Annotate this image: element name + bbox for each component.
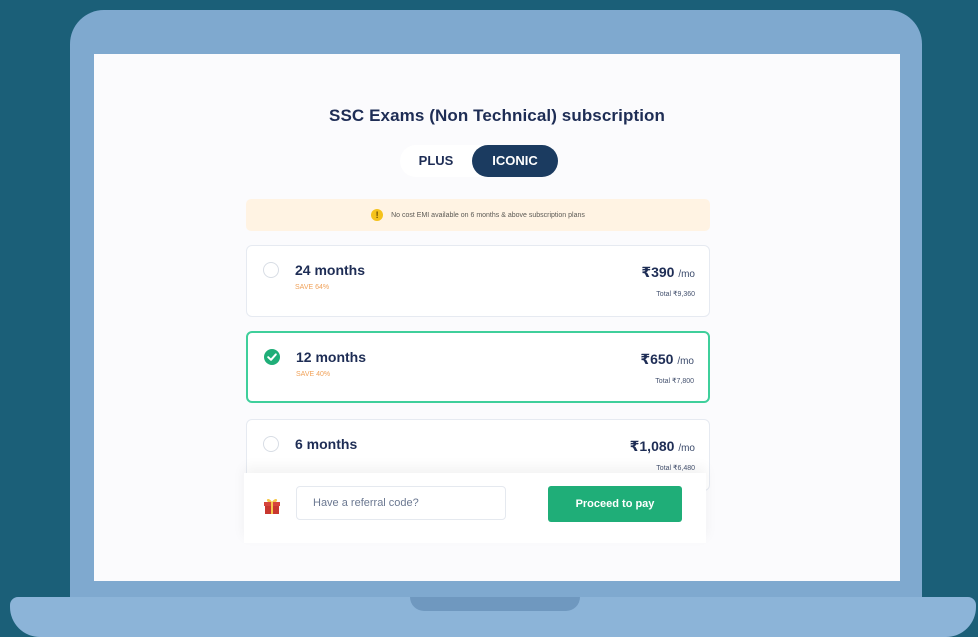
gift-icon: [264, 498, 280, 514]
toggle-plus[interactable]: PLUS: [406, 145, 466, 177]
checkout-footer: Proceed to pay: [244, 473, 706, 543]
price-unit: /mo: [678, 443, 695, 454]
price-unit: /mo: [678, 269, 695, 280]
emi-notice-text: No cost EMI available on 6 months & abov…: [391, 211, 585, 219]
price-value: ₹1,080: [629, 438, 675, 454]
info-icon: !: [371, 209, 384, 221]
page-title: SSC Exams (Non Technical) subscription: [329, 106, 665, 125]
plan-name: 12 months: [296, 349, 367, 365]
plan-name: 6 months: [295, 436, 358, 452]
plan-savings: SAVE 40%: [296, 371, 331, 378]
emi-notice-banner: ! No cost EMI available on 6 months & ab…: [246, 199, 710, 231]
plan-type-toggle: PLUS ICONIC: [400, 145, 558, 177]
laptop-screen: SSC Exams (Non Technical) subscription P…: [94, 54, 900, 581]
price-value: ₹650: [640, 351, 674, 367]
plan-price: ₹650 /mo: [640, 351, 694, 368]
proceed-to-pay-button[interactable]: Proceed to pay: [548, 486, 682, 522]
plan-price: ₹1,080 /mo: [630, 438, 695, 455]
checkmark-icon: [267, 353, 277, 361]
plan-card-12-months[interactable]: 12 months SAVE 40% ₹650 /mo Total ₹7,800: [246, 331, 710, 403]
price-value: ₹390: [641, 264, 675, 280]
plan-price: ₹390 /mo: [641, 264, 695, 281]
plan-total: Total ₹6,480: [656, 465, 695, 472]
referral-code-input[interactable]: [296, 486, 506, 520]
check-circle-icon[interactable]: [264, 349, 280, 365]
radio-unchecked-icon[interactable]: [263, 436, 279, 452]
plan-savings: SAVE 64%: [295, 284, 330, 291]
price-unit: /mo: [677, 356, 694, 367]
plan-total: Total ₹7,800: [655, 378, 694, 385]
toggle-iconic[interactable]: ICONIC: [472, 145, 558, 177]
plan-name: 24 months: [295, 262, 366, 278]
plan-card-24-months[interactable]: 24 months SAVE 64% ₹390 /mo Total ₹9,360: [246, 245, 710, 317]
radio-unchecked-icon[interactable]: [263, 262, 279, 278]
laptop-hinge: [410, 597, 580, 611]
plan-total: Total ₹9,360: [656, 291, 695, 298]
